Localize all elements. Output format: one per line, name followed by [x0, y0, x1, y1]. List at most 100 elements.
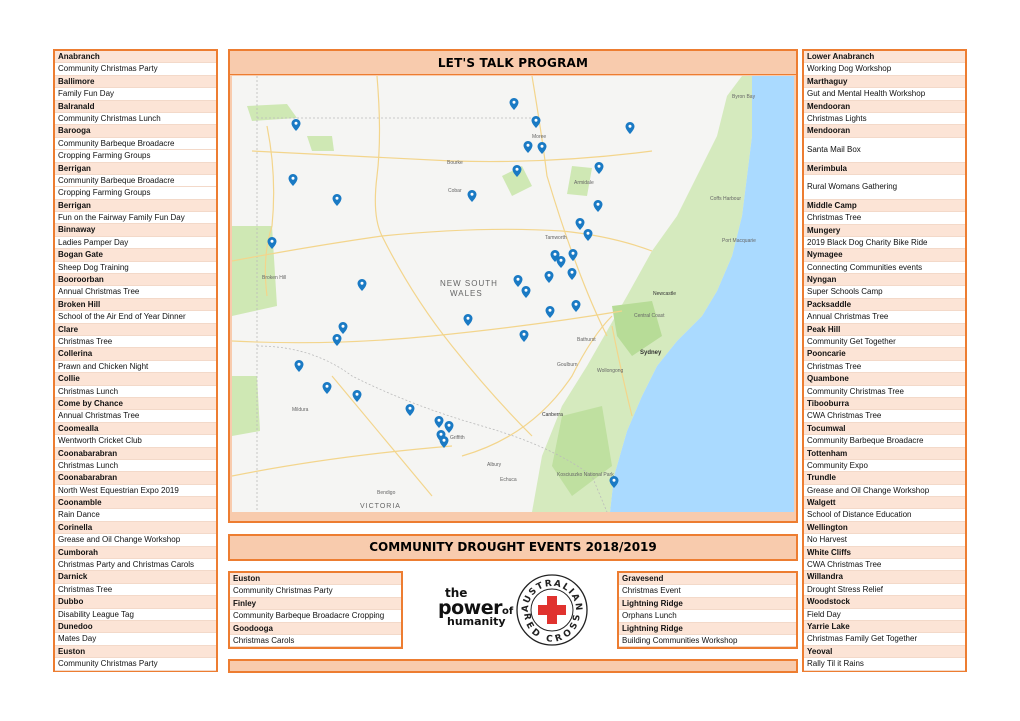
drought-events-banner: COMMUNITY DROUGHT EVENTS 2018/2019	[228, 534, 798, 561]
event-name: Community Barbeque Broadacre Cropping	[230, 610, 401, 623]
event-map[interactable]: NEW SOUTH WALES VICTORIA Sydney Newcastl…	[232, 76, 794, 512]
map-pin-icon[interactable]	[357, 279, 367, 291]
place-name: Middle Camp	[804, 199, 965, 213]
event-name: Christmas Lights	[804, 112, 965, 126]
event-name: Annual Christmas Tree	[55, 410, 216, 423]
map-pin-icon[interactable]	[519, 330, 529, 342]
map-pin-icon[interactable]	[352, 390, 362, 402]
map-pin-icon[interactable]	[294, 360, 304, 372]
map-pin-icon[interactable]	[467, 190, 477, 202]
map-pin-icon[interactable]	[567, 268, 577, 280]
map-pin-icon[interactable]	[291, 119, 301, 131]
label-kosciuszko: Kosciuszko National Park	[557, 472, 614, 478]
label-nsw-2: WALES	[450, 289, 483, 298]
map-pin-icon[interactable]	[444, 421, 454, 433]
map-pin-icon[interactable]	[521, 286, 531, 298]
label-broken-hill: Broken Hill	[262, 275, 286, 281]
event-name: Rural Womans Gathering	[804, 174, 965, 200]
place-name: Booroorban	[55, 274, 216, 287]
map-pin-icon[interactable]	[583, 229, 593, 241]
event-name: Wentworth Cricket Club	[55, 435, 216, 448]
map-pin-icon[interactable]	[593, 200, 603, 212]
map-pin-icon[interactable]	[544, 271, 554, 283]
label-port-macquarie: Port Macquarie	[722, 238, 756, 244]
event-name: Christmas Tree	[804, 360, 965, 374]
place-name: Mendooran	[804, 100, 965, 113]
place-name: Corinella	[55, 521, 216, 535]
place-name: Ballimore	[55, 75, 216, 89]
place-name: Pooncarie	[804, 348, 965, 361]
event-name: Community Get Together	[804, 336, 965, 349]
map-pin-icon[interactable]	[531, 116, 541, 128]
map-pin-icon[interactable]	[322, 382, 332, 394]
map-pin-icon[interactable]	[625, 122, 635, 134]
event-name: School of Distance Education	[804, 509, 965, 522]
map-pin-icon[interactable]	[338, 322, 348, 334]
label-bathurst: Bathurst	[577, 337, 596, 343]
lets-talk-panel: LET'S TALK PROGRAM NEW SOUTH WALES VICTO…	[228, 49, 798, 523]
event-name: Fun on the Fairway Family Fun Day	[55, 212, 216, 225]
place-name: Berrigan	[55, 199, 216, 213]
label-canberra: Canberra	[542, 412, 563, 418]
map-pin-icon[interactable]	[568, 249, 578, 261]
lets-talk-title: LET'S TALK PROGRAM	[230, 51, 796, 75]
place-name: Clare	[55, 323, 216, 336]
event-name: Rally Til it Rains	[804, 658, 965, 671]
place-name: Finley	[230, 597, 401, 611]
place-name: Gravesend	[619, 573, 796, 586]
event-name: North West Equestrian Expo 2019	[55, 484, 216, 498]
place-name: Coonabarabran	[55, 472, 216, 485]
right-events-list: Lower Anabranch Working Dog Workshop Marth…	[802, 49, 967, 672]
place-name: Goodooga	[230, 622, 401, 635]
event-name: Disability League Tag	[55, 608, 216, 621]
event-name: Christmas Party and Christmas Carols	[55, 559, 216, 572]
map-pin-icon[interactable]	[575, 218, 585, 230]
map-pin-icon[interactable]	[332, 194, 342, 206]
place-name: Coomealla	[55, 422, 216, 436]
event-name: CWA Christmas Tree	[804, 410, 965, 423]
place-name: Marthaguy	[804, 75, 965, 89]
map-pin-icon[interactable]	[594, 162, 604, 174]
map-pin-icon[interactable]	[434, 416, 444, 428]
map-pin-icon[interactable]	[523, 141, 533, 153]
event-name: Community Barbeque Broadacre	[55, 174, 216, 188]
place-name: Willandra	[804, 571, 965, 584]
label-tamworth: Tamworth	[545, 235, 567, 241]
event-name: No Harvest	[804, 534, 965, 547]
map-pin-icon[interactable]	[463, 314, 473, 326]
label-moree: Moree	[532, 134, 546, 140]
map-pin-icon[interactable]	[509, 98, 519, 110]
event-name: Prawn and Chicken Night	[55, 360, 216, 374]
event-name: Community Christmas Party	[55, 658, 216, 671]
power-of-humanity-logo: the powerof humanity	[438, 586, 514, 628]
label-cobar: Cobar	[448, 188, 462, 194]
place-name: Woodstock	[804, 596, 965, 609]
map-pin-icon[interactable]	[513, 275, 523, 287]
label-griffith: Griffith	[450, 435, 465, 441]
event-name: Grease and Oil Change Workshop	[804, 484, 965, 498]
place-name: Binnaway	[55, 224, 216, 237]
map-pin-icon[interactable]	[288, 174, 298, 186]
label-victoria: VICTORIA	[360, 503, 401, 510]
event-name: Cropping Farming Groups	[55, 150, 216, 163]
map-pin-icon[interactable]	[571, 300, 581, 312]
event-name: Annual Christmas Tree	[804, 311, 965, 324]
place-name: Walgett	[804, 497, 965, 510]
event-name: Christmas Tree	[55, 583, 216, 597]
place-name: Peak Hill	[804, 323, 965, 337]
place-name: Yeoval	[804, 645, 965, 659]
map-pin-icon[interactable]	[405, 404, 415, 416]
event-name: School of the Air End of Year Dinner	[55, 311, 216, 324]
place-name: Bogan Gate	[55, 249, 216, 262]
event-name: Working Dog Workshop	[804, 63, 965, 76]
event-name: Ladies Pamper Day	[55, 236, 216, 250]
place-name: Cumborah	[55, 546, 216, 560]
place-name: Yarrie Lake	[804, 621, 965, 634]
map-pin-icon[interactable]	[545, 306, 555, 318]
event-name: Community Christmas Lunch	[55, 112, 216, 126]
map-pin-icon[interactable]	[332, 334, 342, 346]
label-wollongong: Wollongong	[597, 368, 624, 374]
place-name: Packsaddle	[804, 298, 965, 312]
label-bendigo: Bendigo	[377, 490, 396, 496]
map-pin-icon[interactable]	[537, 142, 547, 154]
